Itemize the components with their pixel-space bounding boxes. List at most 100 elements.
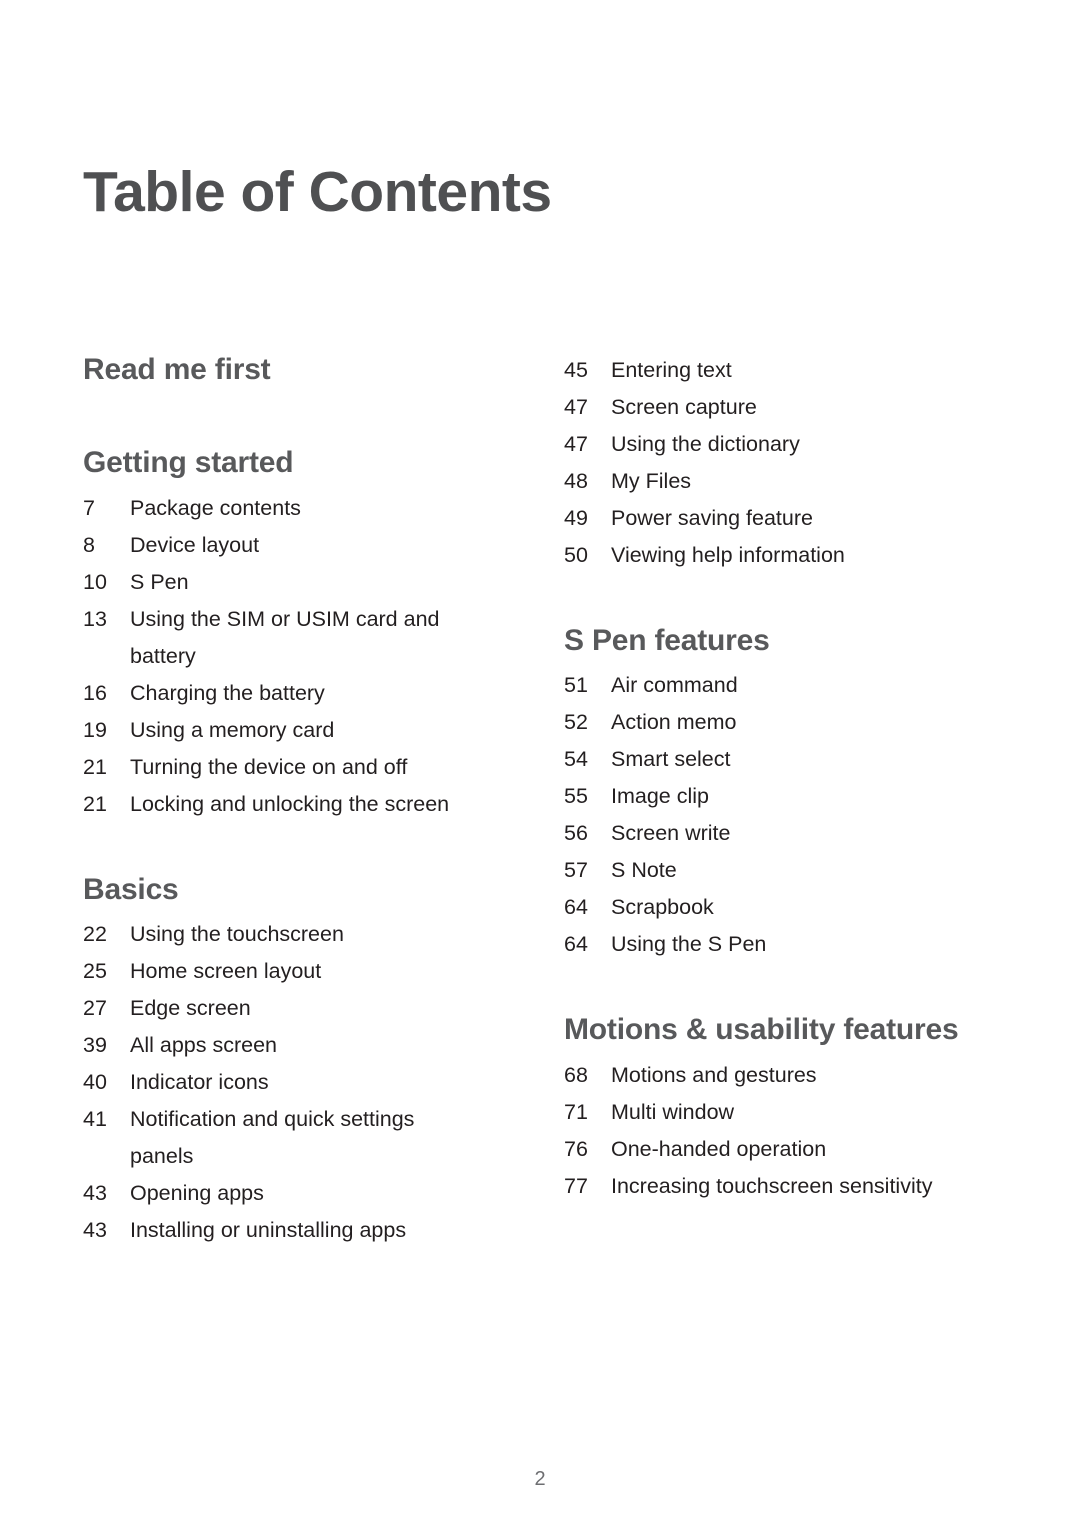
toc-entry[interactable]: 43 Installing or uninstalling apps	[83, 1212, 482, 1249]
toc-section: Read me first	[83, 352, 482, 387]
toc-entry[interactable]: 54 Smart select	[564, 741, 980, 778]
toc-entry[interactable]: 71 Multi window	[564, 1094, 980, 1131]
toc-section: Getting started 7 Package contents 8 Device …	[83, 445, 482, 822]
toc-entry[interactable]: 19 Using a memory card	[83, 712, 482, 749]
toc-entry[interactable]: 25 Home screen layout	[83, 953, 482, 990]
toc-entry-title: Action memo	[611, 710, 737, 735]
toc-entry-page: 25	[83, 959, 107, 984]
toc-entry-title: All apps screen	[130, 1033, 277, 1058]
toc-entry[interactable]: 47 Screen capture	[564, 389, 980, 426]
toc-entry-page: 64	[564, 895, 588, 920]
toc-entry-title: Package contents	[130, 495, 301, 520]
toc-entry[interactable]: 41 Notification and quick settings panels	[83, 1101, 482, 1175]
toc-entry-title: Air command	[611, 673, 738, 698]
toc-entry-page: 48	[564, 469, 588, 493]
toc-entry-page: 50	[564, 543, 588, 567]
toc-entry-title: Device layout	[130, 532, 260, 557]
toc-entry[interactable]: 64 Using the S Pen	[564, 926, 980, 963]
toc-entry-title: Image clip	[611, 784, 709, 809]
toc-entry-title: Using the S Pen	[611, 932, 767, 957]
toc-entry-page: 56	[564, 821, 588, 846]
toc-entry-title: Charging the battery	[130, 680, 325, 705]
toc-entry-page: 21	[83, 754, 107, 779]
toc-entry-title: Home screen layout	[130, 959, 322, 984]
toc-entry-page: 49	[564, 506, 588, 530]
page-title: Table of Contents	[83, 160, 552, 225]
toc-entry[interactable]: 10 S Pen	[83, 564, 482, 601]
toc-entry-title: Motions and gestures	[611, 1062, 817, 1087]
toc-entry[interactable]: 55 Image clip	[564, 778, 980, 815]
toc-entry-page: 71	[564, 1099, 588, 1124]
toc-entry[interactable]: 7 Package contents	[83, 490, 482, 527]
toc-entry[interactable]: 77 Increasing touchscreen sensitivity	[564, 1168, 980, 1205]
toc-entry-page: 45	[564, 358, 588, 382]
toc-entry[interactable]: 76 One-handed operation	[564, 1131, 980, 1168]
toc-entry[interactable]: 13 Using the SIM or USIM card and battery	[83, 601, 482, 675]
toc-entry-page: 47	[564, 395, 588, 419]
toc-entry[interactable]: 39 All apps screen	[83, 1027, 482, 1064]
section-heading: Motions & usability features	[564, 1013, 959, 1047]
toc-entry[interactable]: 64 Scrapbook	[564, 889, 980, 926]
toc-entry-page: 52	[564, 710, 588, 735]
toc-entry-title: Opening apps	[130, 1181, 264, 1206]
toc-entry[interactable]: 45 Entering text	[564, 352, 980, 389]
toc-entry[interactable]: 50 Viewing help information	[564, 537, 980, 574]
toc-entry[interactable]: 21 Locking and unlocking the screen	[83, 786, 482, 823]
toc-entry[interactable]: 56 Screen write	[564, 815, 980, 852]
toc-entry-page: 64	[564, 932, 588, 957]
toc-entry-title: Using the dictionary	[611, 432, 800, 456]
toc-entry-list: 22 Using the touchscreen 25 Home screen lay…	[83, 916, 482, 1249]
toc-entry-page: 8	[83, 532, 95, 557]
section-heading: Basics	[83, 872, 179, 906]
toc-entry-title: Indicator icons	[130, 1070, 269, 1095]
toc-entry-page: 57	[564, 858, 588, 883]
toc-entry[interactable]: 16 Charging the battery	[83, 675, 482, 712]
toc-section: 45 Entering text 47 Screen capture 47 Using t…	[564, 352, 980, 574]
toc-entry[interactable]: 21 Turning the device on and off	[83, 749, 482, 786]
toc-entry-page: 21	[83, 791, 107, 816]
toc-entry-title: S Note	[611, 858, 677, 883]
toc-entry-list: 51 Air command 52 Action memo 54 Smart select…	[564, 667, 980, 963]
toc-entry[interactable]: 27 Edge screen	[83, 990, 482, 1027]
toc-entry[interactable]: 40 Indicator icons	[83, 1064, 482, 1101]
toc-entry[interactable]: 52 Action memo	[564, 704, 980, 741]
toc-entry-list: 45 Entering text 47 Screen capture 47 Using t…	[564, 352, 980, 574]
toc-entry-title: Screen write	[611, 821, 731, 846]
toc-entry[interactable]: 47 Using the dictionary	[564, 426, 980, 463]
toc-entry-title: Edge screen	[130, 996, 251, 1021]
toc-section: Motions & usability features 68 Motions an…	[564, 1012, 980, 1204]
toc-entry[interactable]: 43 Opening apps	[83, 1175, 482, 1212]
toc-entry-page: 19	[83, 717, 107, 742]
toc-entry-page: 27	[83, 996, 107, 1021]
toc-entry[interactable]: 22 Using the touchscreen	[83, 916, 482, 953]
toc-entry[interactable]: 48 My Files	[564, 463, 980, 500]
toc-entry-title: Entering text	[611, 358, 732, 382]
toc-entry-page: 47	[564, 432, 588, 456]
toc-entry-title: Using a memory card	[130, 717, 335, 742]
toc-entry-page: 51	[564, 673, 588, 698]
toc-entry[interactable]: 51 Air command	[564, 667, 980, 704]
toc-entry-page: 10	[83, 569, 107, 594]
toc-columns: Read me first Getting started 7 Package con…	[0, 352, 1080, 1249]
toc-entry-page: 55	[564, 784, 588, 809]
toc-entry-title: Smart select	[611, 747, 731, 772]
toc-entry[interactable]: 68 Motions and gestures	[564, 1057, 980, 1094]
toc-entry-title: Turning the device on and off	[130, 754, 408, 779]
toc-entry[interactable]: 57 S Note	[564, 852, 980, 889]
section-heading: S Pen features	[564, 624, 770, 657]
toc-entry-title: Viewing help information	[611, 543, 845, 567]
toc-entry-page: 43	[83, 1181, 107, 1206]
toc-entry-title: Power saving feature	[611, 506, 813, 530]
page-number: 2	[534, 1468, 546, 1490]
toc-entry-page: 22	[83, 922, 107, 947]
toc-entry-page: 7	[83, 495, 95, 520]
toc-entry-title: Installing or uninstalling apps	[130, 1218, 407, 1243]
toc-entry-page: 77	[564, 1173, 588, 1198]
section-heading: Getting started	[83, 446, 294, 480]
toc-page: Table of Contents Read me first Getting s…	[0, 0, 1080, 1527]
toc-entry-title: My Files	[611, 469, 692, 493]
toc-entry-list: 7 Package contents 8 Device layout 10 S Pen 13…	[83, 490, 482, 823]
toc-entry[interactable]: 49 Power saving feature	[564, 500, 980, 537]
toc-entry-title: One-handed operation	[611, 1136, 827, 1161]
toc-entry[interactable]: 8 Device layout	[83, 527, 482, 564]
